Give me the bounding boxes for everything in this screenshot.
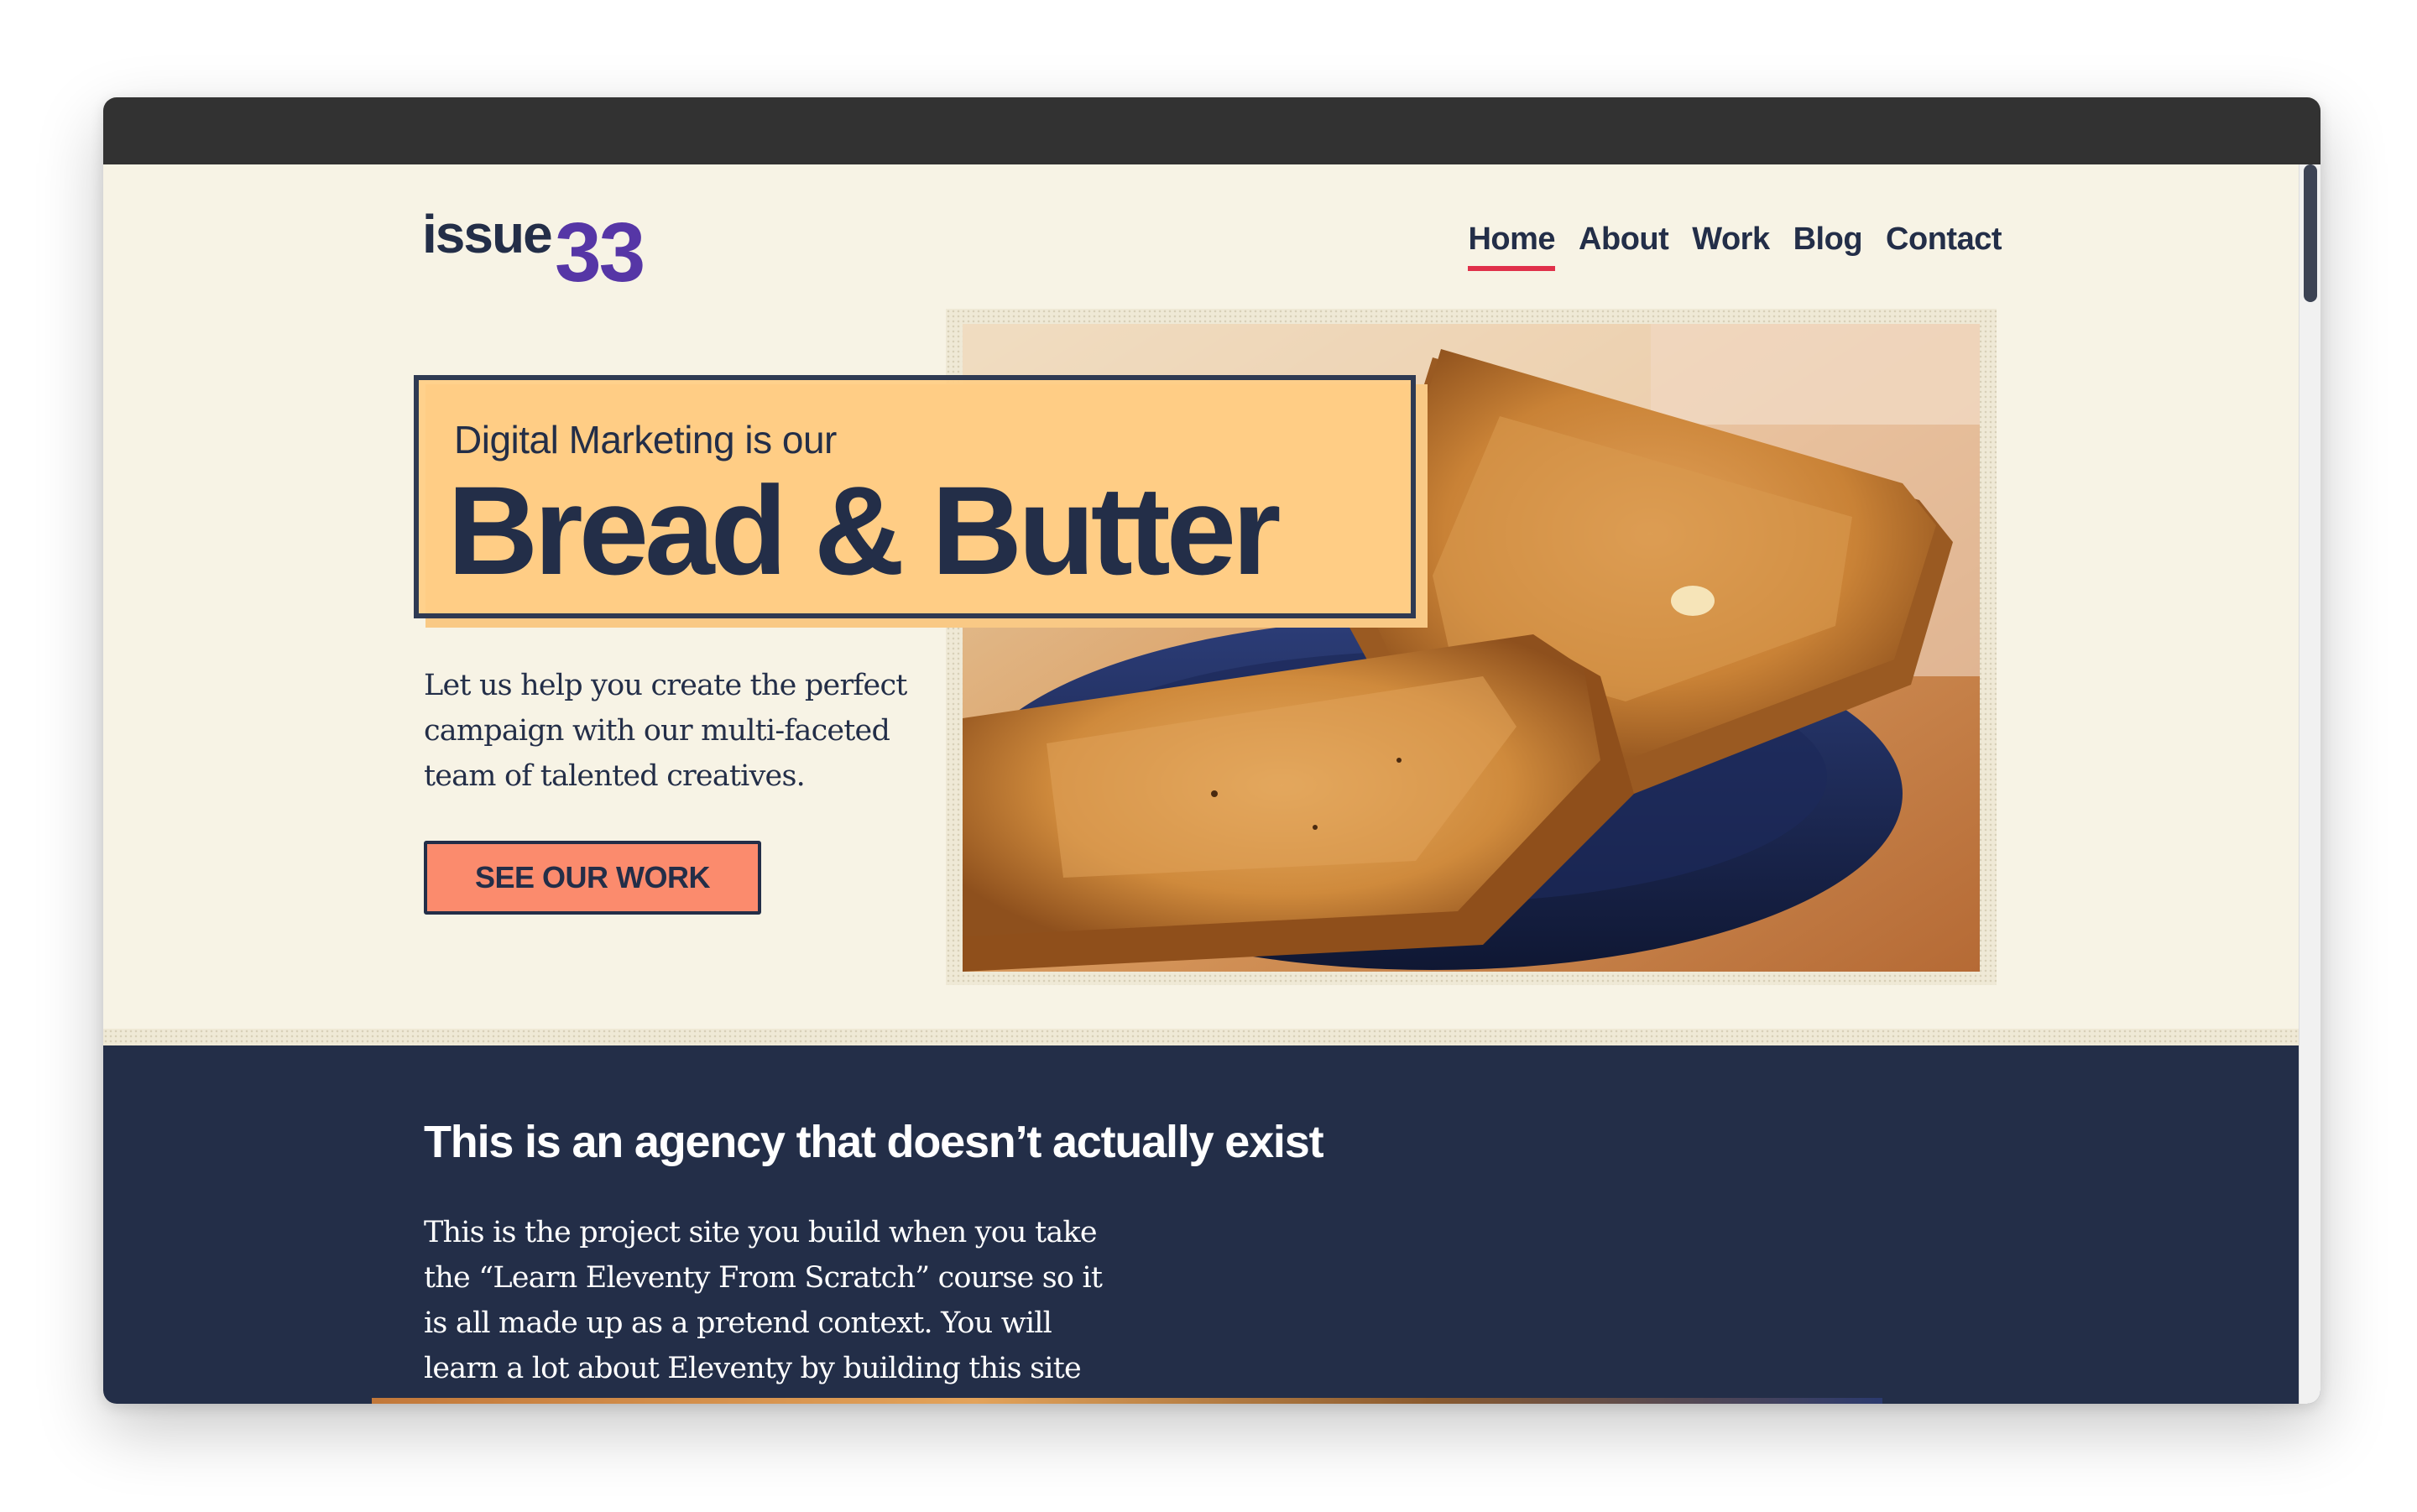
title-bar (103, 97, 2320, 164)
hero-heading-box: Digital Marketing is our Bread & Butter (414, 375, 1416, 618)
about-text-line: learn a lot about Eleventy by building t… (424, 1352, 1082, 1385)
logo-word: issue (422, 204, 553, 264)
section-divider (103, 1029, 2320, 1045)
about-title: This is an agency that doesn’t actually … (424, 1117, 1324, 1167)
vertical-scrollbar[interactable] (2299, 164, 2320, 1404)
hero-subtitle: Digital Marketing is our (454, 418, 837, 461)
nav-link-blog[interactable]: Blog (1793, 222, 1863, 266)
nav-link-contact[interactable]: Contact (1886, 222, 2002, 266)
nav-link-work[interactable]: Work (1692, 222, 1770, 266)
hero-text-line: campaign with our multi-faceted (424, 714, 890, 748)
about-text-line: This is the project site you build when … (424, 1216, 1098, 1249)
about-text: This is the project site you build when … (424, 1210, 1146, 1391)
hero-intro-text: Let us help you create the perfect campa… (424, 663, 927, 799)
about-section: This is an agency that doesn’t actually … (103, 1045, 2320, 1404)
scrollbar-thumb[interactable] (2304, 164, 2317, 302)
browser-window: issue 33 Home About Work Blog Contact Di… (103, 97, 2320, 1404)
hero-title: Bread & Butter (447, 460, 1281, 601)
page-viewport[interactable]: issue 33 Home About Work Blog Contact Di… (103, 164, 2320, 1404)
hero-text-line: team of talented creatives. (424, 759, 806, 793)
see-our-work-button[interactable]: SEE OUR WORK (424, 841, 761, 915)
next-section-image-peek (372, 1398, 1882, 1404)
logo-number: 33 (555, 206, 645, 300)
main-nav: Home About Work Blog Contact (1468, 222, 2002, 271)
nav-link-about[interactable]: About (1579, 222, 1669, 266)
hero-text-line: Let us help you create the perfect (424, 669, 907, 702)
about-text-line: is all made up as a pretend context. You… (424, 1306, 1052, 1340)
nav-link-home[interactable]: Home (1468, 222, 1556, 271)
about-text-line: the “Learn Eleventy From Scratch” course… (424, 1261, 1103, 1295)
